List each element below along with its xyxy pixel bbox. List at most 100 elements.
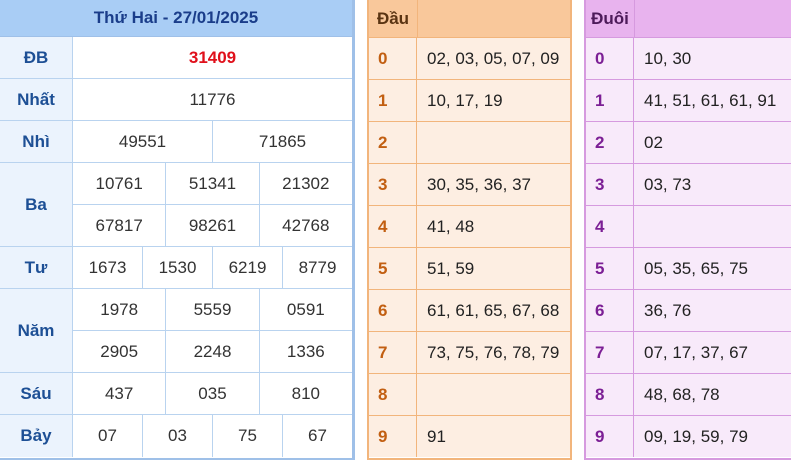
prize-label: Năm [0,289,73,372]
prize-label: Nhất [0,79,73,120]
prize-line: 67817 98261 42768 [73,204,352,246]
dau-digit: 5 [369,248,417,289]
dau-digit: 8 [369,374,417,415]
dau-digit: 6 [369,290,417,331]
dau-numbers: 61, 61, 65, 67, 68 [427,300,560,320]
prize-number: 1530 [142,247,212,288]
dau-numbers: 91 [427,426,446,446]
prize-number: 07 [98,426,117,445]
duoi-numbers: 05, 35, 65, 75 [644,258,748,278]
duoi-digit: 3 [586,164,634,205]
duoi-numbers: 41, 51, 61, 61, 91 [644,90,777,110]
results-title: Thứ Hai - 27/01/2025 [93,8,259,27]
dau-row: 6 61, 61, 65, 67, 68 [369,289,570,331]
dau-row: 8 [369,373,570,415]
dau-digit: 4 [369,206,417,247]
prize-values: 10761 51341 21302 67817 98261 42768 [73,163,352,246]
duoi-row: 2 02 [586,121,791,163]
prize-row: Ba 10761 51341 21302 67817 98261 42768 [0,163,352,247]
dau-digit: 3 [369,164,417,205]
dau-digit: 1 [369,80,417,121]
prize-label: ĐB [0,37,73,78]
dau-row: 2 [369,121,570,163]
duoi-numbers: 02 [644,132,663,152]
prize-number: 1673 [88,257,127,277]
duoi-table: Đuôi 0 10, 30 1 41, 51, 61, 61, 91 2 02 3 03, 7… [584,0,791,460]
prize-row: Năm 1978 5559 0591 2905 2248 1336 [0,289,352,373]
dau-numbers: 02, 03, 05, 07, 09 [427,48,560,68]
prize-number: 21302 [258,163,352,204]
duoi-header-label: Đuôi [586,0,635,37]
duoi-row: 6 36, 76 [586,289,791,331]
prize-number: 42768 [258,205,352,246]
prize-values: 437 035 810 [73,373,352,414]
duoi-numbers: 07, 17, 37, 67 [644,342,748,362]
results-body: ĐB 31409 Nhất 11776 Nhì 49551 71865 Ba 10761 5134… [0,37,352,457]
prize-label: Tư [0,247,73,288]
prize-number: 98261 [165,205,258,246]
prize-label: Ba [0,163,73,246]
prize-number: 31409 [188,47,237,67]
duoi-row: 9 09, 19, 59, 79 [586,415,791,457]
dau-header: Đầu [369,0,570,37]
duoi-digit: 7 [586,332,634,373]
prize-line: 07 03 75 67 [73,415,352,457]
prize-values: 07 03 75 67 [73,415,352,457]
prize-values: 11776 [73,79,352,120]
prize-number: 2248 [165,331,258,372]
duoi-digit: 6 [586,290,634,331]
prize-line: 437 035 810 [73,373,352,414]
duoi-digit: 1 [586,80,634,121]
dau-digit: 7 [369,332,417,373]
duoi-header: Đuôi [586,0,791,37]
prize-row: ĐB 31409 [0,37,352,79]
dau-numbers: 10, 17, 19 [427,90,503,110]
prize-number: 75 [212,415,282,457]
prize-row: Sáu 437 035 810 [0,373,352,415]
dau-numbers: 30, 35, 36, 37 [427,174,531,194]
prize-row: Nhất 11776 [0,79,352,121]
dau-numbers [417,374,570,415]
prize-number: 1336 [258,331,352,372]
prize-line: 10761 51341 21302 [73,163,352,204]
dau-header-label: Đầu [369,0,418,37]
prize-number: 10761 [95,173,143,193]
duoi-numbers [634,206,791,247]
dau-numbers: 51, 59 [427,258,475,278]
prize-number: 67817 [95,215,143,235]
prize-line: 31409 [73,37,352,78]
dau-row: 0 02, 03, 05, 07, 09 [369,37,570,79]
prize-number: 03 [142,415,212,457]
prize-number: 0591 [258,289,352,330]
prize-number: 1978 [100,299,139,319]
prize-values: 1978 5559 0591 2905 2248 1336 [73,289,352,372]
duoi-digit: 4 [586,206,634,247]
duoi-digit: 9 [586,416,634,457]
dau-body: 0 02, 03, 05, 07, 09 1 10, 17, 19 2 3 30, 35, … [369,37,570,457]
prize-number: 437 [104,383,134,403]
duoi-numbers: 09, 19, 59, 79 [644,426,748,446]
duoi-body: 0 10, 30 1 41, 51, 61, 61, 91 2 02 3 03, 73 4 5 05… [586,37,791,457]
prize-number: 51341 [165,163,258,204]
prize-number: 5559 [165,289,258,330]
duoi-digit: 0 [586,38,634,79]
dau-row: 1 10, 17, 19 [369,79,570,121]
prize-row: Nhì 49551 71865 [0,121,352,163]
prize-line: 49551 71865 [73,121,352,162]
duoi-row: 1 41, 51, 61, 61, 91 [586,79,791,121]
prize-line: 1673 1530 6219 8779 [73,247,352,288]
prize-number: 6219 [212,247,282,288]
prize-line: 1978 5559 0591 [73,289,352,330]
dau-header-blank [418,0,570,37]
prize-number: 11776 [189,89,236,109]
duoi-digit: 2 [586,122,634,163]
dau-digit: 0 [369,38,417,79]
duoi-numbers: 36, 76 [644,300,692,320]
dau-row: 7 73, 75, 76, 78, 79 [369,331,570,373]
duoi-row: 3 03, 73 [586,163,791,205]
dau-row: 3 30, 35, 36, 37 [369,163,570,205]
prize-number: 035 [165,373,258,414]
duoi-header-blank [635,0,791,37]
dau-row: 9 91 [369,415,570,457]
dau-numbers [417,122,570,163]
